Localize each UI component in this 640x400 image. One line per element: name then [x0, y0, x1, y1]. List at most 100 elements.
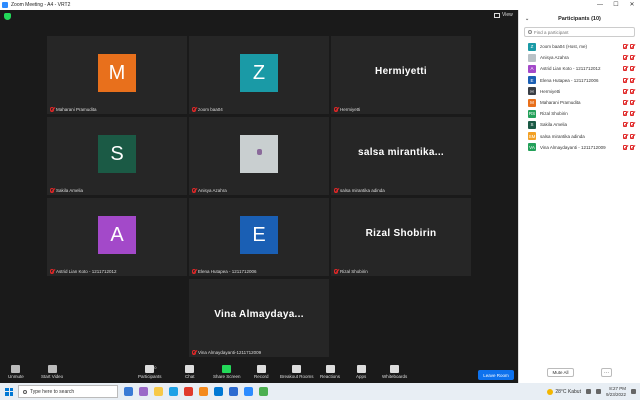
participant-row[interactable]: VA Vina Almaydayanti - 1211712009: [519, 142, 640, 153]
tile-avatar: S: [98, 135, 136, 173]
windows-start-icon[interactable]: [5, 387, 13, 396]
share-screen-button[interactable]: Share Screen: [213, 365, 241, 379]
panel-header: ⌄ Participants (10): [519, 10, 640, 27]
weather-sun-icon: [547, 388, 554, 395]
video-tile[interactable]: salsa mirantika... salsa mirantika adinda: [331, 117, 471, 195]
whiteboards-label: Whiteboards: [382, 374, 408, 379]
tile-display-name: Vina Almaydaya...: [214, 309, 304, 320]
mic-muted-icon: [623, 55, 627, 61]
tile-name-label: Hermiyetti: [334, 107, 360, 112]
chat-button[interactable]: Chat: [185, 365, 195, 379]
mic-muted-icon: [623, 88, 627, 94]
participant-row[interactable]: Zzoom baa04 (Host, me): [519, 41, 640, 52]
tile-avatar: M: [98, 54, 136, 92]
participants-button[interactable]: 10 Participants: [138, 365, 162, 379]
participant-name: Rizal Shobirin: [540, 111, 568, 117]
video-tile[interactable]: Rizal Shobirin Rizal Shobirin: [331, 198, 471, 276]
video-off-icon: [630, 122, 634, 128]
view-button[interactable]: View: [494, 12, 513, 18]
mic-muted-icon: [50, 107, 54, 112]
participant-row[interactable]: S Sakila Amelia: [519, 119, 640, 130]
maximize-button[interactable]: ☐: [608, 0, 624, 10]
panel-title: Participants (10): [558, 15, 601, 22]
volume-icon[interactable]: [595, 389, 601, 394]
breakout-rooms-icon: [292, 365, 302, 373]
more-options-button[interactable]: ···: [601, 368, 612, 377]
participant-row[interactable]: SM salsa mirantika adinda: [519, 131, 640, 142]
close-button[interactable]: ✕: [624, 0, 640, 10]
participant-name: Anisya Azahra: [540, 55, 569, 61]
office-app-icon[interactable]: [184, 387, 193, 396]
tile-name-text: Hermiyetti: [340, 107, 361, 112]
reactions-button[interactable]: Reactions: [320, 365, 340, 379]
video-tile[interactable]: Anisya Azahra: [189, 117, 329, 195]
participant-search[interactable]: [524, 27, 635, 37]
minimize-button[interactable]: —: [592, 0, 608, 10]
mic-muted-icon: [623, 144, 627, 150]
start-video-button[interactable]: Start Video: [41, 365, 63, 379]
video-tile[interactable]: S Sakila Amelia: [47, 117, 187, 195]
taskbar-clock[interactable]: 8:27 PM 9/23/2022: [606, 386, 626, 398]
video-tile[interactable]: Vina Almaydaya... Vina Almaydayanti-12117…: [189, 279, 329, 357]
store-app-icon[interactable]: [214, 387, 223, 396]
whiteboards-icon: [390, 365, 400, 373]
breakout-rooms-button[interactable]: Breakout Rooms: [280, 365, 314, 379]
video-tile[interactable]: E Elena Hutapea - 1211712006: [189, 198, 329, 276]
word-app-icon[interactable]: [229, 387, 238, 396]
task-view-icon[interactable]: [139, 387, 148, 396]
tile-name-label: Rizal Shobirin: [334, 269, 368, 274]
video-off-icon: [630, 66, 634, 72]
weather-label: 28°C Kabut: [555, 388, 581, 395]
apps-label: Apps: [356, 374, 367, 379]
participant-row[interactable]: RS Rizal Shobirin: [519, 108, 640, 119]
tile-name-text: Maharani Pramudita: [56, 107, 97, 112]
participant-row[interactable]: A Astrid Lian Koto - 1211712012: [519, 63, 640, 74]
apps-button[interactable]: Apps: [356, 365, 366, 379]
taskbar-search[interactable]: Type here to search: [18, 385, 118, 398]
video-tile[interactable]: M Maharani Pramudita: [47, 36, 187, 114]
video-off-icon: [630, 44, 634, 50]
participant-row[interactable]: Anisya Azahra: [519, 52, 640, 63]
tile-name-text: Rizal Shobirin: [340, 269, 368, 274]
tile-display-name: Rizal Shobirin: [365, 228, 437, 239]
taskbar-search-placeholder: Type here to search: [30, 388, 75, 395]
security-shield-icon[interactable]: [4, 13, 11, 20]
file-explorer-icon[interactable]: [154, 387, 163, 396]
tile-name-text: Vina Almaydayanti-1211712009: [198, 350, 262, 355]
participant-search-input[interactable]: [534, 29, 634, 35]
grid-view-icon: [494, 12, 500, 18]
weather-widget[interactable]: 28°C Kabut: [547, 388, 581, 395]
video-off-icon: [630, 111, 634, 117]
participant-name: Sakila Amelia: [540, 122, 568, 128]
video-tile[interactable]: Hermiyetti Hermiyetti: [331, 36, 471, 114]
firefox-browser-icon[interactable]: [199, 387, 208, 396]
record-button[interactable]: Record: [254, 365, 269, 379]
video-off-icon: [630, 100, 634, 106]
cortana-app-icon[interactable]: [124, 387, 133, 396]
tile-avatar: A: [98, 216, 136, 254]
video-tile[interactable]: Zzoom baa04: [189, 36, 329, 114]
mic-muted-icon: [623, 77, 627, 83]
participant-row[interactable]: E Elena Hutapea - 1211712006: [519, 75, 640, 86]
whiteboards-button[interactable]: Whiteboards: [382, 365, 407, 379]
video-tile[interactable]: A Astrid Lian Koto - 1211712012: [47, 198, 187, 276]
mute-all-button[interactable]: Mute All: [547, 368, 574, 377]
window-title: Zoom Meeting - A4 - VRT2: [11, 2, 71, 8]
participant-row[interactable]: H Hermiyetti: [519, 86, 640, 97]
zoom-taskbar-icon[interactable]: [244, 387, 253, 396]
mic-muted-icon: [50, 269, 54, 274]
tile-name-text: salsa mirantika adinda: [340, 188, 385, 193]
edge-browser-icon[interactable]: [169, 387, 178, 396]
unmute-button[interactable]: Unmute: [8, 365, 24, 379]
chat-label: Chat: [185, 374, 195, 379]
reactions-label: Reactions: [320, 374, 341, 379]
notifications-icon[interactable]: [631, 389, 636, 394]
zoom-app-icon: [2, 2, 8, 8]
network-icon[interactable]: [585, 389, 591, 394]
chevron-down-icon[interactable]: ⌄: [525, 16, 529, 22]
leave-room-button[interactable]: Leave Room: [478, 370, 514, 380]
tile-display-name: salsa mirantika...: [357, 147, 444, 158]
participant-row[interactable]: M Maharani Pramudita: [519, 97, 640, 108]
chrome-browser-icon[interactable]: [259, 387, 268, 396]
start-video-label: Start Video: [41, 374, 64, 379]
